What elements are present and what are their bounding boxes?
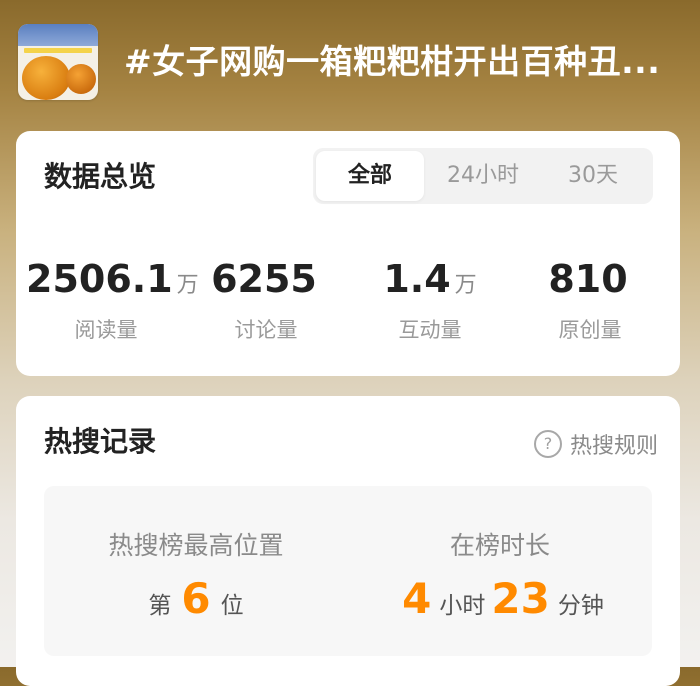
minutes-unit: 分钟 xyxy=(557,593,604,619)
time-range-tabs: 全部 24小时 30天 xyxy=(313,148,653,204)
hot-search-record-panel: 热搜榜最高位置 第 6 位 在榜时长 4 小时 23 分钟 xyxy=(44,486,652,656)
thumbnail-orange-small xyxy=(66,64,96,94)
hot-search-rules-link[interactable]: ? 热搜规则 xyxy=(533,428,658,460)
duration-minutes: 23 xyxy=(491,574,550,623)
time-on-list: 在榜时长 4 小时 23 分钟 xyxy=(348,486,652,656)
stat-originals: 810 原创量 xyxy=(510,257,670,344)
data-overview-card: 数据总览 全部 24小时 30天 2506.1 万 阅读量 6255 讨论量 1.… xyxy=(16,131,680,376)
stat-label: 阅读量 xyxy=(74,318,138,342)
hot-search-card: 热搜记录 ? 热搜规则 热搜榜最高位置 第 6 位 在榜时长 4 小时 23 分… xyxy=(16,396,680,686)
stat-unit: 万 xyxy=(454,273,477,298)
stat-label: 互动量 xyxy=(398,318,462,342)
tab-24h[interactable]: 24小时 xyxy=(427,148,539,204)
stat-label: 原创量 xyxy=(558,318,622,342)
topic-title: #女子网购一箱粑粑柑开出百种丑... xyxy=(124,42,661,81)
stat-interactions: 1.4 万 互动量 xyxy=(350,257,510,344)
stat-number: 6255 xyxy=(211,257,317,301)
stat-value: 2506.1 万 xyxy=(26,257,199,308)
stat-number: 1.4 xyxy=(383,257,451,301)
time-on-list-label: 在榜时长 xyxy=(449,531,550,560)
stat-number: 2506.1 xyxy=(26,257,173,301)
stat-discussions: 6255 讨论量 xyxy=(186,257,346,344)
tab-30d[interactable]: 30天 xyxy=(539,148,647,204)
overview-title: 数据总览 xyxy=(44,160,157,193)
stat-value: 1.4 万 xyxy=(350,257,510,308)
tab-all[interactable]: 全部 xyxy=(316,151,424,201)
rules-label: 热搜规则 xyxy=(569,434,658,459)
question-circle-icon: ? xyxy=(533,430,562,458)
peak-rank: 6 xyxy=(181,574,211,623)
peak-prefix: 第 xyxy=(148,593,172,619)
stat-label: 讨论量 xyxy=(234,318,298,342)
stat-reads: 2506.1 万 阅读量 xyxy=(26,257,199,344)
peak-position: 热搜榜最高位置 第 6 位 xyxy=(44,486,348,656)
thumbnail-orange xyxy=(22,56,70,100)
stat-value: 810 xyxy=(510,257,670,308)
topic-thumbnail[interactable] xyxy=(18,24,98,100)
hot-search-title: 热搜记录 xyxy=(44,425,157,458)
topic-header: #女子网购一箱粑粑柑开出百种丑... xyxy=(0,0,700,130)
stat-number: 810 xyxy=(548,257,628,301)
thumbnail-caption-bar xyxy=(24,48,92,53)
duration-hours: 4 xyxy=(402,574,432,623)
peak-position-label: 热搜榜最高位置 xyxy=(108,531,284,560)
peak-suffix: 位 xyxy=(220,593,244,619)
time-on-list-value: 4 小时 23 分钟 xyxy=(348,576,652,622)
stat-value: 6255 xyxy=(186,257,346,308)
peak-position-value: 第 6 位 xyxy=(44,576,348,622)
thumbnail-banner xyxy=(18,24,98,46)
hours-unit: 小时 xyxy=(439,593,486,619)
